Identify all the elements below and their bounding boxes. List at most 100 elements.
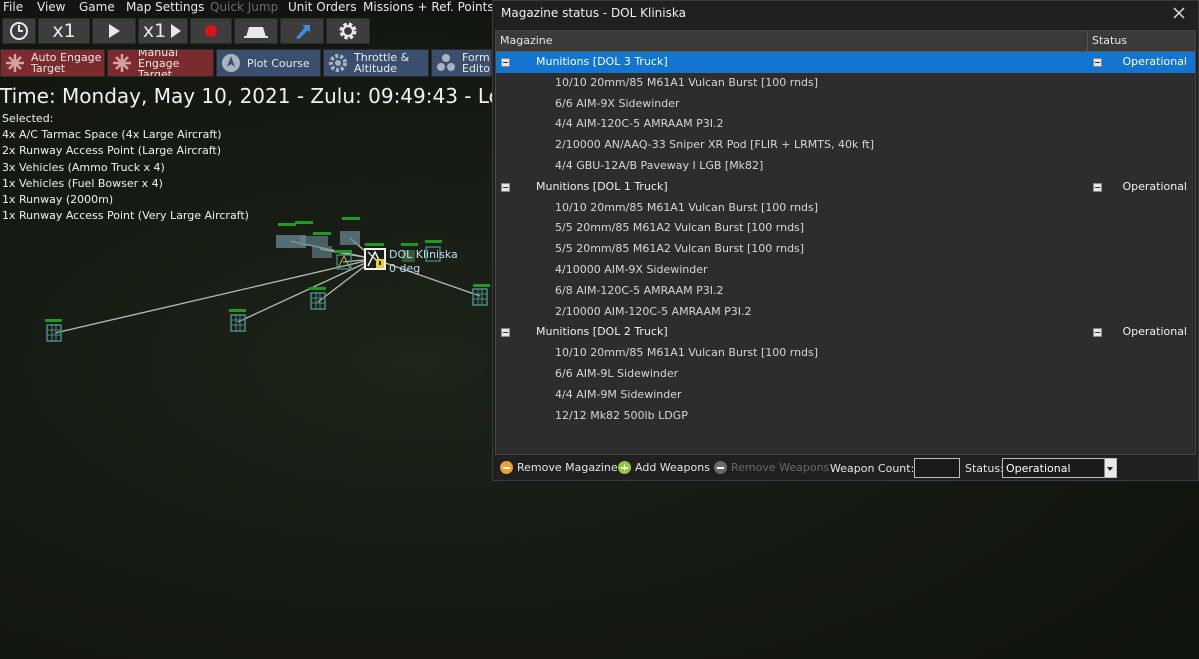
weapon-entry: 4/4 GBU-12A/B Paveway I LGB [Mk82] — [555, 158, 764, 172]
record-icon — [205, 25, 217, 37]
weapon-row[interactable]: 10/10 20mm/85 M61A1 Vulcan Burst [100 rn… — [496, 343, 1195, 364]
record-button[interactable] — [190, 18, 232, 44]
magazine-group-row[interactable]: Munitions [DOL 2 Truck] Operational — [496, 322, 1195, 343]
plot-course-button[interactable]: Plot Course — [216, 49, 321, 77]
facility-icon[interactable] — [229, 309, 246, 332]
menu-missions[interactable]: Missions + Ref. Points — [363, 0, 494, 14]
weapon-row[interactable]: 2/10000 AIM-120C-5 AMRAAM P3I.2 — [496, 302, 1195, 323]
status-collapse-toggle[interactable] — [1093, 182, 1102, 192]
weapon-row[interactable]: 10/10 20mm/85 M61A1 Vulcan Burst [100 rn… — [496, 198, 1195, 219]
weapon-row[interactable]: 5/5 20mm/85 M61A2 Vulcan Burst [100 rnds… — [496, 218, 1195, 239]
selected-item: 1x Runway Access Point (Very Large Aircr… — [2, 209, 249, 223]
weapon-entry: 4/10000 AIM-9X Sidewinder — [555, 262, 708, 276]
status-collapse-toggle[interactable] — [1093, 58, 1102, 67]
magazine-group-row[interactable]: Munitions [DOL 3 Truck] Operational — [496, 52, 1195, 73]
weapon-row[interactable]: 10/10 20mm/85 M61A1 Vulcan Burst [100 rn… — [496, 73, 1195, 94]
status-label: Status: — [965, 462, 1004, 475]
remove-magazine-button[interactable]: Remove Magazine — [500, 461, 618, 474]
magazine-name: Munitions [DOL 2 Truck] — [536, 325, 668, 339]
throttle-altitude-label: Throttle & Altitude — [354, 51, 410, 75]
throttle-altitude-button[interactable]: Throttle & Altitude — [323, 49, 429, 77]
throttle-icon — [329, 54, 347, 72]
collapse-toggle[interactable] — [501, 182, 510, 192]
menu-view[interactable]: View — [37, 0, 65, 14]
menu-bar: File View Game Map Settings Quick Jump U… — [0, 0, 494, 16]
magazine-grid[interactable]: Magazine Status Munitions [DOL 3 Truck] … — [495, 30, 1196, 455]
game-time: Time: Monday, May 10, 2021 - Zulu: 09:49… — [0, 84, 492, 108]
selected-item: 4x A/C Tarmac Space (4x Large Aircraft) — [2, 128, 222, 142]
weapon-count-input[interactable] — [914, 458, 960, 478]
play-icon — [109, 24, 120, 38]
settings-button[interactable] — [326, 18, 370, 44]
weapon-row[interactable]: 6/8 AIM-120C-5 AMRAAM P3I.2 — [496, 281, 1195, 302]
close-button[interactable] — [1170, 4, 1188, 22]
collapse-toggle[interactable] — [501, 328, 510, 338]
facility-icon[interactable] — [309, 287, 326, 310]
selected-item: 3x Vehicles (Ammo Truck x 4) — [2, 160, 165, 174]
weapon-row[interactable]: 6/6 AIM-9L Sidewinder — [496, 364, 1195, 385]
weapon-row[interactable]: 4/4 AIM-120C-5 AMRAAM P3I.2 — [496, 114, 1195, 135]
command-bar: Auto Engage Target Manual Engage Target … — [0, 49, 492, 77]
grid-header: Magazine Status — [496, 31, 1195, 52]
minus-icon — [714, 461, 727, 474]
menu-game[interactable]: Game — [79, 0, 115, 14]
weapon-entry: 10/10 20mm/85 M61A1 Vulcan Burst [100 rn… — [555, 200, 819, 214]
add-weapons-button[interactable]: Add Weapons — [618, 461, 710, 474]
manual-engage-button[interactable]: Manual Engage Target — [107, 49, 214, 77]
weapon-entry: 5/5 20mm/85 M61A2 Vulcan Burst [100 rnds… — [555, 221, 805, 235]
clock-button[interactable] — [2, 18, 36, 44]
menu-file[interactable]: File — [3, 0, 23, 14]
weapon-entry: 2/10000 AIM-120C-5 AMRAAM P3I.2 — [555, 304, 752, 318]
menu-unit-orders[interactable]: Unit Orders — [288, 0, 357, 14]
magazine-status: Operational — [1122, 325, 1187, 339]
facility-icon[interactable] — [45, 319, 62, 342]
selected-item: 1x Vehicles (Fuel Bowser x 4) — [2, 176, 163, 190]
menu-quick-jump[interactable]: Quick Jump — [210, 0, 278, 14]
status-collapse-toggle[interactable] — [1093, 328, 1102, 338]
weapon-row[interactable]: 5/5 20mm/85 M61A2 Vulcan Burst [100 rnds… — [496, 239, 1195, 260]
status-select[interactable]: Operational — [1002, 458, 1117, 478]
grid-rows: Munitions [DOL 3 Truck] Operational 10/1… — [496, 52, 1195, 426]
facility-icon[interactable] — [472, 284, 490, 306]
weapon-entry: 2/10000 AN/AAQ-33 Sniper XR Pod [FLIR + … — [555, 138, 875, 152]
remove-weapons-label: Remove Weapons — [731, 461, 830, 474]
jump-button[interactable] — [280, 18, 324, 44]
weapon-row[interactable]: 4/10000 AIM-9X Sidewinder — [496, 260, 1195, 281]
column-header-status-cell[interactable]: Status — [1087, 31, 1195, 51]
magazine-status: Operational — [1122, 179, 1187, 193]
weapon-row[interactable]: 12/12 Mk82 500lb LDGP — [496, 406, 1195, 427]
time-compression-button[interactable]: x1 — [138, 18, 188, 44]
formation-editor-button[interactable]: Form Edito — [431, 49, 492, 77]
compass-icon — [222, 54, 240, 72]
plus-icon — [618, 461, 631, 474]
magazine-group-row[interactable]: Munitions [DOL 1 Truck] Operational — [496, 177, 1195, 198]
auto-engage-button[interactable]: Auto Engage Target — [0, 49, 105, 77]
play-button[interactable] — [92, 18, 136, 44]
weapon-row[interactable]: 6/6 AIM-9X Sidewinder — [496, 94, 1195, 115]
minus-icon — [500, 461, 513, 474]
chevron-down-icon[interactable] — [1104, 459, 1116, 477]
selected-unit-icon[interactable] — [364, 243, 386, 270]
compression-label: x1 — [142, 20, 167, 42]
clock-icon — [10, 22, 28, 40]
toolbar: x1 x1 — [0, 18, 492, 46]
remove-weapons-button[interactable]: Remove Weapons — [714, 461, 829, 474]
menu-map-settings[interactable]: Map Settings — [126, 0, 204, 14]
target-icon — [6, 54, 24, 72]
weapon-entry: 4/4 AIM-9M Sidewinder — [555, 387, 682, 401]
weapon-row[interactable]: 4/4 AIM-9M Sidewinder — [496, 385, 1195, 406]
weapon-entry: 6/6 AIM-9X Sidewinder — [555, 96, 680, 110]
collapse-toggle[interactable] — [501, 58, 510, 67]
dialog-title: Magazine status - DOL Kliniska — [501, 6, 686, 20]
magazine-name: Munitions [DOL 3 Truck] — [536, 55, 668, 68]
weapon-row[interactable]: 2/10000 AN/AAQ-33 Sniper XR Pod [FLIR + … — [496, 135, 1195, 156]
column-header-magazine[interactable]: Magazine — [500, 34, 553, 47]
magazine-name: Munitions [DOL 1 Truck] — [536, 179, 668, 193]
weapon-row[interactable]: 4/4 GBU-12A/B Paveway I LGB [Mk82] — [496, 156, 1195, 177]
plot-course-label: Plot Course — [247, 56, 310, 70]
weapon-entry: 10/10 20mm/85 M61A1 Vulcan Burst [100 rn… — [555, 75, 819, 89]
close-icon — [1173, 7, 1185, 19]
target-icon — [113, 54, 131, 72]
speed-button[interactable]: x1 — [38, 18, 90, 44]
shelter-button[interactable] — [234, 18, 278, 44]
